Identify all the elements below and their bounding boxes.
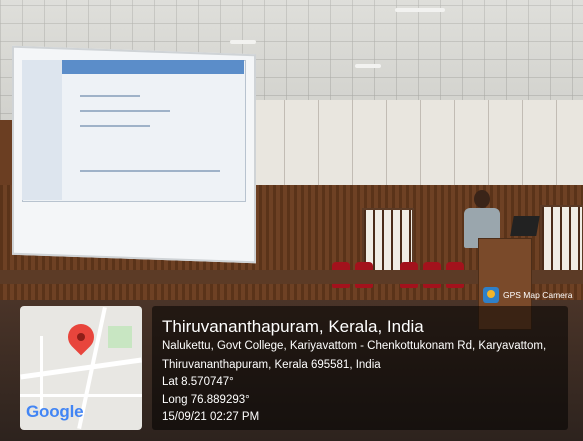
projected-text	[80, 110, 170, 112]
map-road	[20, 394, 142, 397]
datetime: 15/09/21 02:27 PM	[162, 411, 260, 423]
google-logo: Google	[26, 402, 84, 421]
map-thumbnail: Google	[20, 306, 142, 430]
map-pin-dot	[77, 333, 85, 341]
map-road	[20, 357, 142, 380]
laptop	[510, 216, 540, 236]
projected-text	[80, 95, 140, 97]
projected-header	[62, 60, 244, 74]
ceiling-fan	[355, 64, 381, 68]
address-line-2: Thiruvananthapuram, Kerala 695581, India	[162, 359, 381, 371]
longitude: Long 76.889293°	[162, 394, 250, 406]
ceiling-fan	[230, 40, 256, 44]
map-park	[108, 326, 132, 348]
latitude: Lat 8.570747°	[162, 376, 234, 388]
window	[540, 205, 583, 279]
ceiling-light	[395, 8, 445, 12]
speaker-head	[474, 190, 490, 208]
gps-app-label: GPS Map Camera	[503, 290, 573, 300]
projected-text	[80, 125, 150, 127]
projected-sidebar	[22, 60, 62, 200]
location-title: Thiruvananthapuram, Kerala, India	[162, 317, 424, 336]
gps-map-camera-icon-inner	[487, 290, 495, 298]
address-line-1: Nalukettu, Govt College, Kariyavattom - …	[162, 340, 547, 352]
photo-scene: GPS Map Camera Google Thiruvananthapuram…	[0, 0, 583, 441]
projected-text	[80, 170, 220, 172]
